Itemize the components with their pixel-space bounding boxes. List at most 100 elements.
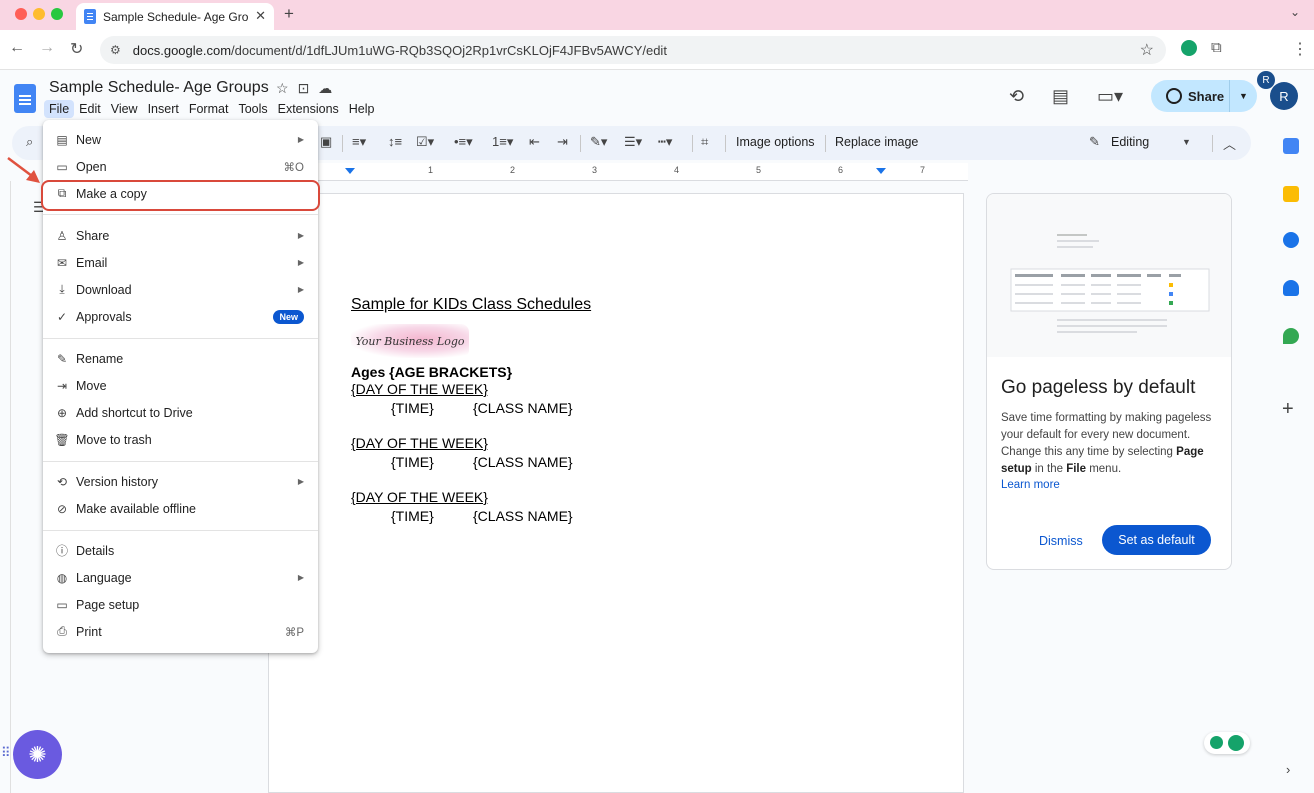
url-input[interactable]: ⚙ docs.google.com/document/d/1dfLJUm1uWG… <box>100 36 1166 64</box>
menu-item-add-shortcut[interactable]: ⊕ Add shortcut to Drive <box>43 399 318 426</box>
image-icon[interactable]: ▣ <box>320 134 332 150</box>
numbered-list-icon[interactable]: 1≡▾ <box>492 134 513 150</box>
set-as-default-button[interactable]: Set as default <box>1102 525 1211 555</box>
menu-item-email[interactable]: ✉ Email ▶ <box>43 249 318 276</box>
drag-handle-icon[interactable]: ⠿ <box>1 745 11 761</box>
approval-icon: ✓ <box>56 309 68 324</box>
class-placeholder: {CLASS NAME} <box>473 508 573 524</box>
page-setup-icon: ▭ <box>56 597 68 612</box>
horizontal-ruler[interactable]: 1 2 3 4 5 6 7 <box>268 163 968 181</box>
meet-video-icon[interactable]: ▭▾ <box>1097 86 1123 107</box>
comments-icon[interactable]: ▤ <box>1052 86 1069 107</box>
trash-icon: 🗑 <box>54 432 70 447</box>
email-icon: ✉ <box>56 255 68 270</box>
print-icon: ⎙ <box>57 624 67 638</box>
menu-help[interactable]: Help <box>344 100 380 118</box>
editing-mode-dropdown[interactable]: Editing <box>1111 135 1149 149</box>
share-dropdown-chevron-icon[interactable]: ▼ <box>1229 80 1257 112</box>
menu-item-version-history[interactable]: ⟲ Version history ▶ <box>43 468 318 495</box>
menu-item-print[interactable]: ⎙ Print ⌘P <box>43 618 318 645</box>
menu-item-rename[interactable]: ✎ Rename <box>43 345 318 372</box>
reload-icon[interactable]: ↻ <box>70 39 83 59</box>
line-spacing-icon[interactable]: ↕≡ <box>388 134 402 149</box>
lightbulb-icon[interactable] <box>1210 736 1223 749</box>
menu-item-offline[interactable]: ⊘ Make available offline <box>43 495 318 522</box>
assistant-fab-icon[interactable]: ✺ <box>13 730 62 779</box>
menu-format[interactable]: Format <box>184 100 234 118</box>
menu-file[interactable]: File <box>44 100 75 118</box>
account-avatar[interactable]: R <box>1270 82 1298 110</box>
search-menus-icon[interactable]: ⌕ <box>26 134 33 150</box>
tasks-icon[interactable] <box>1283 232 1299 248</box>
tab-close-icon[interactable]: ✕ <box>255 8 266 24</box>
border-dash-icon[interactable]: ┅▾ <box>658 134 672 150</box>
back-arrow-icon[interactable]: ← <box>9 39 25 57</box>
grammarly-g-icon[interactable] <box>1228 735 1244 751</box>
forward-arrow-icon[interactable]: → <box>39 39 55 57</box>
docs-logo-icon[interactable] <box>14 84 36 113</box>
window-minimize-button[interactable] <box>33 8 45 20</box>
menu-edit[interactable]: Edit <box>74 100 106 118</box>
move-folder-icon[interactable]: ⊡ <box>298 80 319 96</box>
contacts-icon[interactable] <box>1283 280 1299 296</box>
menu-item-approvals[interactable]: ✓ Approvals New <box>43 303 318 330</box>
menu-item-new[interactable]: ▤ New ▶ <box>43 126 318 153</box>
decrease-indent-icon[interactable]: ⇤ <box>529 134 540 150</box>
ruler-number: 7 <box>920 165 926 175</box>
menu-item-page-setup[interactable]: ▭ Page setup <box>43 591 318 618</box>
ruler-number: 3 <box>592 165 598 175</box>
menu-item-move-to-trash[interactable]: 🗑 Move to trash <box>43 426 318 453</box>
grammarly-widget[interactable] <box>1204 732 1250 754</box>
dismiss-button[interactable]: Dismiss <box>1039 534 1083 548</box>
replace-image-button[interactable]: Replace image <box>835 135 918 149</box>
menu-item-move[interactable]: ⇥ Move <box>43 372 318 399</box>
align-icon[interactable]: ≡▾ <box>352 134 366 150</box>
version-history-icon[interactable]: ⟲ <box>1009 86 1024 107</box>
document-page[interactable]: Sample for KIDs Class Schedules Your Bus… <box>268 193 964 793</box>
learn-more-link[interactable]: Learn more <box>1001 479 1060 491</box>
menu-item-language[interactable]: ◍ Language ▶ <box>43 564 318 591</box>
menu-item-download[interactable]: ⤓ Download ▶ <box>43 276 318 303</box>
bookmark-star-icon[interactable]: ☆ <box>1140 40 1154 60</box>
right-indent-marker[interactable] <box>876 168 886 174</box>
checklist-icon[interactable]: ☑▾ <box>416 134 434 150</box>
grammarly-extension-icon[interactable] <box>1181 40 1197 56</box>
border-weight-icon[interactable]: ☰▾ <box>624 134 642 150</box>
keep-icon[interactable] <box>1283 186 1299 202</box>
image-options-button[interactable]: Image options <box>736 135 815 149</box>
extensions-puzzle-icon[interactable]: ⧉ <box>1211 39 1222 56</box>
share-button[interactable]: Share ▼ <box>1151 80 1257 112</box>
menu-extensions[interactable]: Extensions <box>273 100 344 118</box>
bullet-list-icon[interactable]: •≡▾ <box>454 134 473 150</box>
menu-insert[interactable]: Insert <box>143 100 184 118</box>
collapse-toolbar-icon[interactable]: ︿ <box>1223 134 1236 153</box>
maps-icon[interactable] <box>1283 328 1299 344</box>
tab-list-chevron-icon[interactable]: ⌄ <box>1290 5 1300 19</box>
document-title[interactable]: Sample Schedule- Age Groups <box>49 79 269 97</box>
new-badge: New <box>273 309 304 324</box>
cloud-status-icon[interactable]: ☁ <box>318 80 341 96</box>
shortcut-icon: ⊕ <box>56 405 68 420</box>
menu-tools[interactable]: Tools <box>233 100 272 118</box>
menu-item-details[interactable]: ⓘ Details <box>43 537 318 564</box>
star-icon[interactable]: ☆ <box>276 80 298 96</box>
expand-panel-chevron-icon[interactable]: › <box>1286 762 1290 777</box>
business-logo-image[interactable]: Your Business Logo <box>351 324 469 358</box>
add-addon-icon[interactable]: + <box>1282 398 1294 421</box>
new-tab-button[interactable]: + <box>284 4 294 24</box>
calendar-icon[interactable] <box>1283 138 1299 154</box>
increase-indent-icon[interactable]: ⇥ <box>557 134 568 150</box>
menu-view[interactable]: View <box>106 100 143 118</box>
left-indent-marker[interactable] <box>345 168 355 174</box>
window-maximize-button[interactable] <box>51 8 63 20</box>
border-color-icon[interactable]: ✎▾ <box>590 134 607 150</box>
browser-tab-strip: Sample Schedule- Age Groups ✕ + ⌄ <box>0 0 1314 30</box>
menu-item-open[interactable]: ▭ Open ⌘O <box>43 153 318 180</box>
site-settings-icon[interactable]: ⚙ <box>110 43 121 57</box>
crop-icon[interactable]: ⌗ <box>701 134 708 150</box>
menu-item-share[interactable]: ♙ Share ▶ <box>43 222 318 249</box>
window-close-button[interactable] <box>15 8 27 20</box>
browser-tab[interactable]: Sample Schedule- Age Groups ✕ <box>76 3 274 30</box>
browser-menu-icon[interactable]: ⋮ <box>1292 39 1308 59</box>
editing-chevron-icon[interactable]: ▼ <box>1182 137 1191 147</box>
